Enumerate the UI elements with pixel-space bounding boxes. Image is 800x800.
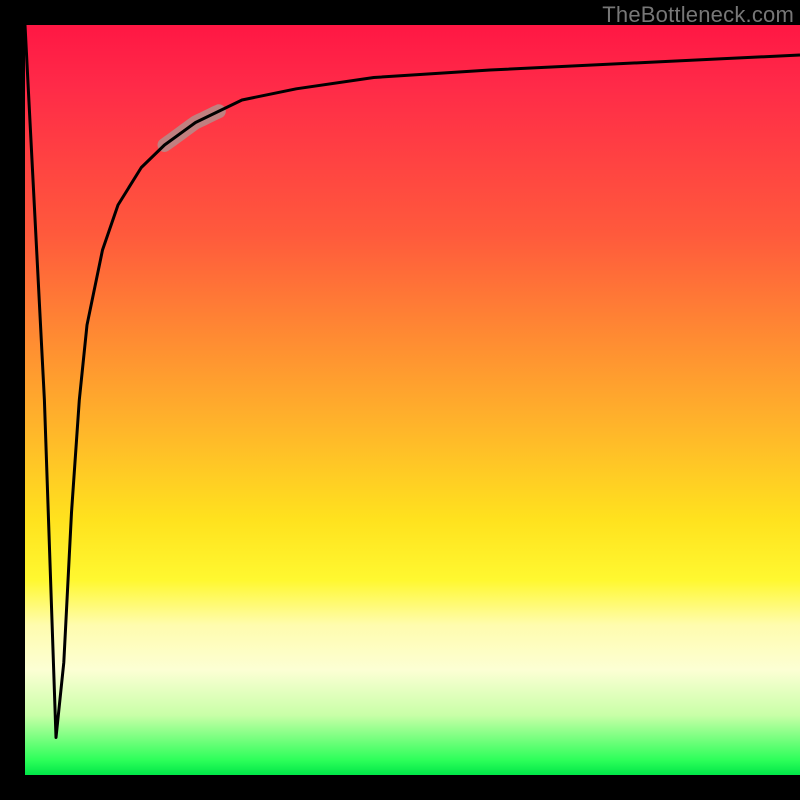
chart-frame: TheBottleneck.com (0, 0, 800, 800)
chart-svg (25, 25, 800, 775)
curve-line (25, 25, 800, 738)
watermark-text: TheBottleneck.com (602, 2, 794, 28)
